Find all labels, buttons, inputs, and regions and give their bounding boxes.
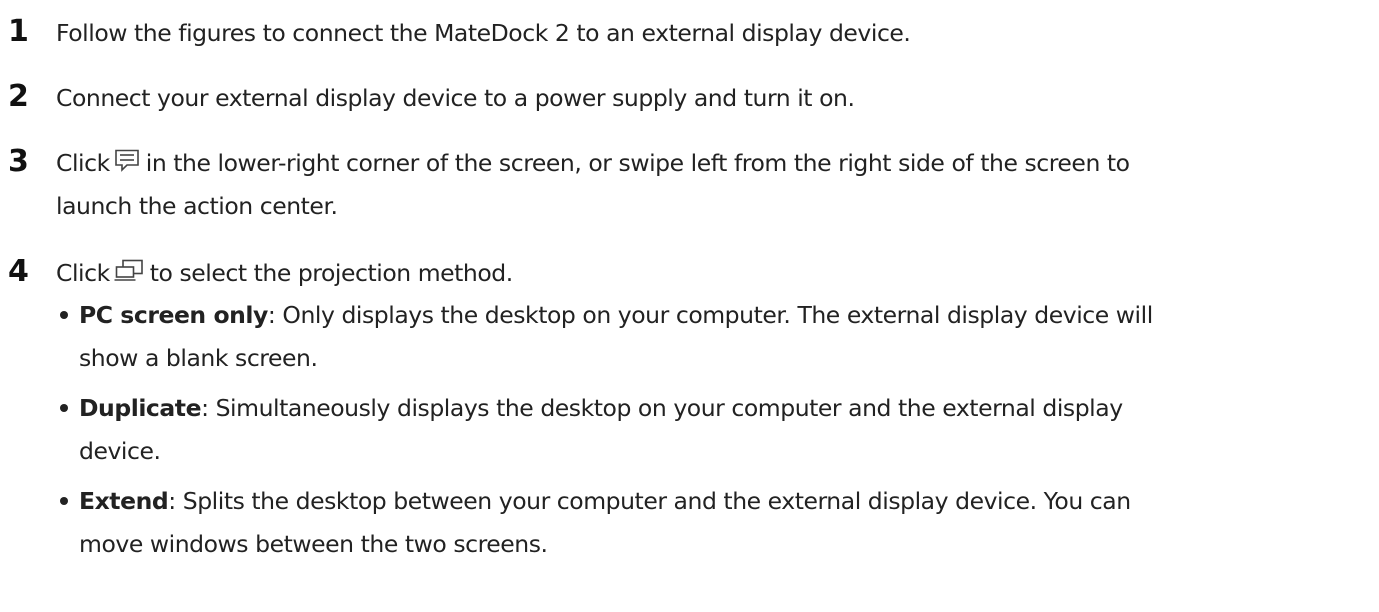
bullet-duplicate	[60, 404, 68, 412]
option-desc-duplicate: : Simultaneously displays the desktop on…	[201, 394, 1123, 422]
option-duplicate-line-1: Duplicate: Simultaneously displays the d…	[79, 392, 1123, 424]
step-number-1: 1	[8, 14, 29, 49]
option-extend-line-2: move windows between the two screens.	[79, 530, 548, 558]
step-3-line-1: Click in the lower-right corner of the sc…	[56, 147, 1130, 179]
step-3-after-icon-text: in the lower-right corner of the screen,…	[145, 149, 1130, 177]
step-4-after-icon-text: to select the projection method.	[149, 259, 513, 287]
step-2-text: Connect your external display device to …	[56, 84, 855, 112]
step-number-4: 4	[8, 254, 29, 289]
option-desc-pc-screen-only: : Only displays the desktop on your comp…	[267, 301, 1153, 329]
step-4-click-label: Click	[56, 259, 110, 287]
option-pc-screen-only-line-1: PC screen only: Only displays the deskto…	[79, 299, 1153, 331]
option-term-pc-screen-only: PC screen only	[79, 301, 268, 329]
action-center-icon	[114, 149, 140, 173]
bullet-pc-screen-only	[60, 311, 68, 319]
step-1-text: Follow the figures to connect the MateDo…	[56, 19, 911, 47]
bullet-extend	[60, 497, 68, 505]
step-4-line-1: Click to select the projection method.	[56, 257, 513, 289]
option-duplicate-line-2: device.	[79, 437, 161, 465]
step-3-line-2: launch the action center.	[56, 192, 338, 220]
step-3-click-label: Click	[56, 149, 110, 177]
step-number-3: 3	[8, 144, 29, 179]
step-number-2: 2	[8, 79, 29, 114]
option-extend-line-1: Extend: Splits the desktop between your …	[79, 485, 1131, 517]
project-icon	[114, 259, 144, 283]
option-desc-extend: : Splits the desktop between your comput…	[168, 487, 1131, 515]
option-pc-screen-only-line-2: show a blank screen.	[79, 344, 318, 372]
option-term-duplicate: Duplicate	[79, 394, 202, 422]
option-term-extend: Extend	[79, 487, 169, 515]
